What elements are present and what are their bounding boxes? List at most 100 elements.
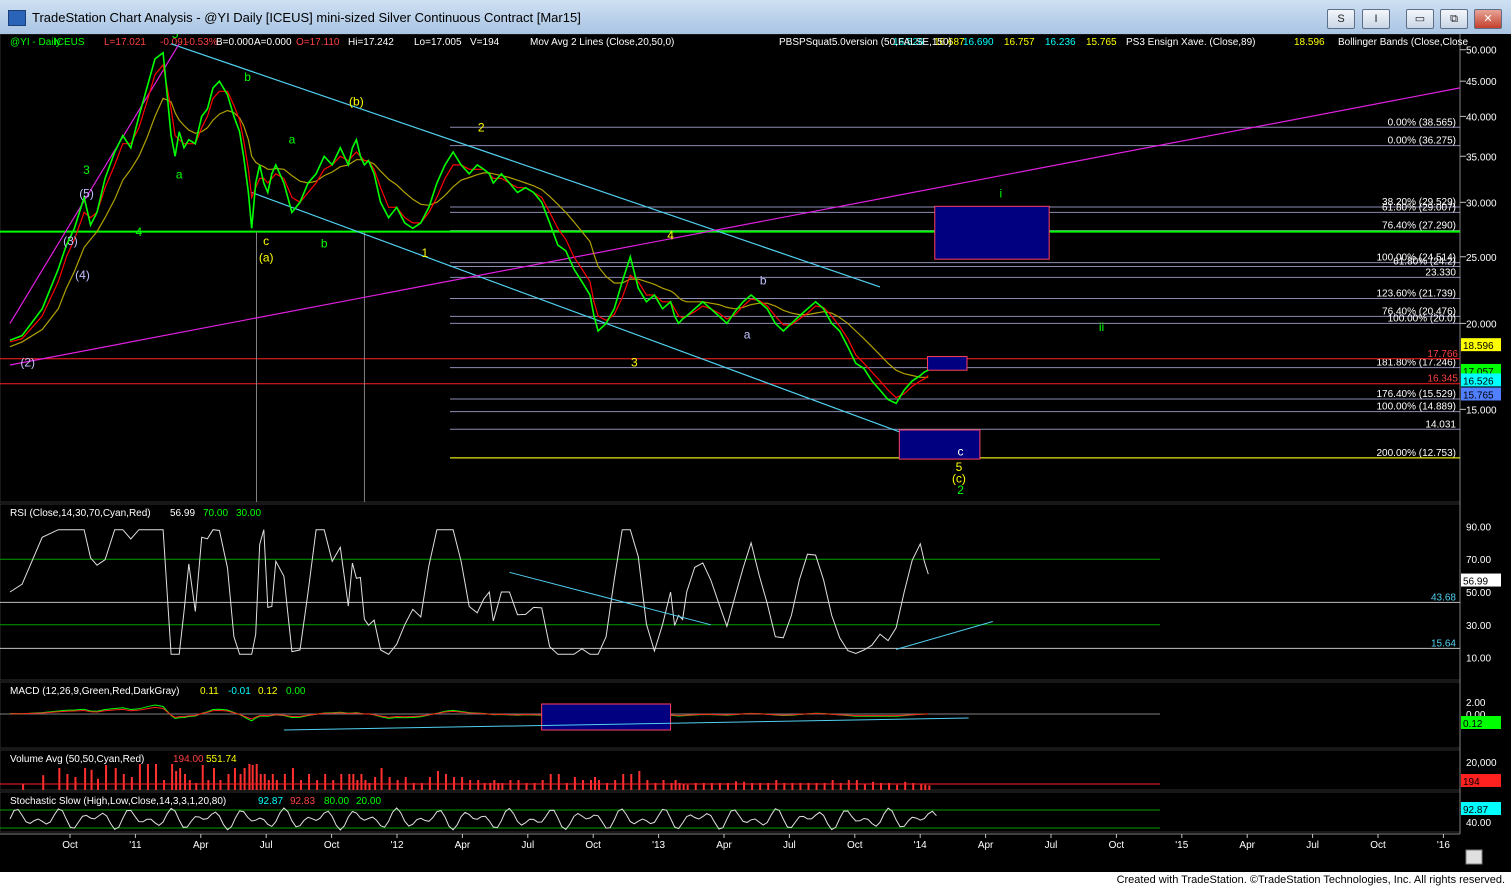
wave-label: (3) [63, 234, 78, 248]
volume-bar [855, 780, 858, 790]
macd-current-label: 0.12 [1463, 719, 1483, 730]
rsi-trend-line [509, 571, 711, 626]
volume-bar [557, 774, 560, 790]
red-level-label: 16.345 [1427, 374, 1458, 385]
volume-bar [207, 780, 210, 790]
volume-current-label: 194 [1463, 777, 1480, 788]
x-tick-label: Oct [324, 840, 340, 851]
rsi-line [9, 529, 929, 655]
volume-bar [105, 765, 108, 790]
volume-bar [682, 784, 685, 790]
price-header-b: B=0.000 [216, 37, 254, 48]
stoch-line [9, 807, 937, 831]
stoch-header-v3: 80.00 [324, 796, 349, 807]
minimize-button[interactable]: ▭ [1406, 9, 1434, 29]
volume-bar [674, 780, 677, 790]
volume-bar [831, 780, 834, 790]
target-box-small [927, 356, 968, 371]
volume-bar [590, 780, 592, 790]
wave-label: 5 [172, 34, 179, 41]
volume-bar [352, 774, 355, 790]
volume-bar [871, 781, 874, 790]
macd-header-v1: 0.11 [200, 686, 219, 697]
volume-bar [662, 780, 665, 790]
wave-label: 4 [667, 228, 674, 242]
price-line [9, 51, 929, 405]
x-tick-label: Jul [521, 840, 534, 851]
volume-bar [380, 768, 383, 790]
rsi-header-v2: 70.00 [203, 508, 228, 519]
volume-bar [541, 780, 544, 790]
footer: Created with TradeStation. ©TradeStation… [0, 872, 1511, 888]
x-tick-label: Oct [62, 840, 78, 851]
x-tick-label: Jul [1306, 840, 1319, 851]
volume-bar [332, 780, 335, 790]
fib-level-label: 100.00% (14.889) [1376, 402, 1456, 413]
volume-bar [477, 780, 480, 790]
chart-canvas[interactable]: @YI - DailyICEUS L=17.021 -0.091-0.53%B=0.… [0, 34, 1511, 872]
volume-bar [364, 780, 367, 790]
wave-label: (4) [75, 268, 90, 282]
x-tick-label: Jul [260, 840, 273, 851]
rsi-y-tick-label: 30.00 [1466, 621, 1491, 632]
wave-label: b [244, 70, 251, 84]
wave-label: 4 [136, 225, 143, 239]
volume-bar [42, 775, 45, 790]
volume-bar [904, 781, 907, 790]
x-tick-label: Apr [978, 840, 994, 851]
volume-bar [233, 768, 236, 790]
price-header-pb_v1: 16.690 [963, 37, 994, 48]
volume-bar [445, 774, 447, 790]
price-header-open: O=17.110 [296, 37, 340, 48]
volume-bar [308, 774, 311, 790]
volume-bar [920, 784, 923, 790]
chart-area[interactable]: @YI - Daily ICEUS L=17.021 -0.091 -0.53% B=0.… [0, 34, 1511, 872]
volume-bar [184, 774, 186, 790]
volume-bar [219, 780, 222, 790]
volume-bar [146, 764, 149, 790]
volume-bar [630, 774, 633, 790]
wave-label: ii [1099, 320, 1104, 334]
x-tick-label: Apr [716, 840, 732, 851]
macd-y-tick-label: 2.00 [1466, 698, 1486, 709]
volume-bar [517, 780, 520, 790]
volume-bar [847, 780, 850, 790]
stoch-y-tick-label: 40.00 [1466, 818, 1491, 829]
restore-button[interactable]: ⧉ [1440, 9, 1468, 29]
volume-bar [114, 768, 117, 790]
x-tick-label: Apr [193, 840, 209, 851]
target-box-c [898, 429, 981, 460]
volume-bar [863, 784, 866, 790]
price-y-tick-label: 15.000 [1466, 405, 1497, 416]
price-header-pbsp_label: PBSPSquat5.0version (50,FALSE,150) [779, 37, 952, 48]
wave-label: b [760, 273, 767, 287]
wave-label: 2 [957, 483, 964, 497]
wave-label: i [999, 186, 1002, 200]
volume-bar [300, 780, 302, 790]
stoch-header-label: Stochastic Slow (High,Low,Close,14,3,3,1… [10, 796, 226, 807]
style-menu-button[interactable]: S [1327, 9, 1355, 29]
volume-bar [201, 765, 204, 790]
x-tick-label: Apr [455, 840, 471, 851]
price-panel [0, 34, 1461, 503]
volume-bar [213, 768, 215, 790]
stoch-current-label: 92.87 [1463, 805, 1488, 816]
x-tick-label: Oct [1109, 840, 1125, 851]
insert-menu-button[interactable]: I [1362, 9, 1390, 29]
x-tick-label: Oct [1370, 840, 1386, 851]
macd-header-label: MACD (12,26,9,Green,Red,DarkGray) [10, 686, 180, 697]
fib-level-label: 0.00% (36.275) [1388, 136, 1456, 147]
close-button[interactable]: ✕ [1474, 9, 1502, 29]
volume-bar [436, 771, 439, 790]
rsi-y-tick-label: 90.00 [1466, 522, 1491, 533]
wave-label: 3 [83, 163, 90, 177]
window-title: TradeStation Chart Analysis - @YI Daily … [32, 10, 581, 25]
volume-bar [163, 780, 166, 790]
macd-header-v4: 0.00 [286, 686, 306, 697]
volume-bar [896, 784, 899, 790]
fib-level-label: 61.80% (24.2) [1393, 256, 1456, 267]
price-badge-label: 16.526 [1463, 376, 1494, 387]
x-tick-label: '12 [390, 840, 403, 851]
fib-level-label: 100.00% (20.0) [1388, 313, 1456, 324]
magenta-trend-line [9, 43, 180, 324]
